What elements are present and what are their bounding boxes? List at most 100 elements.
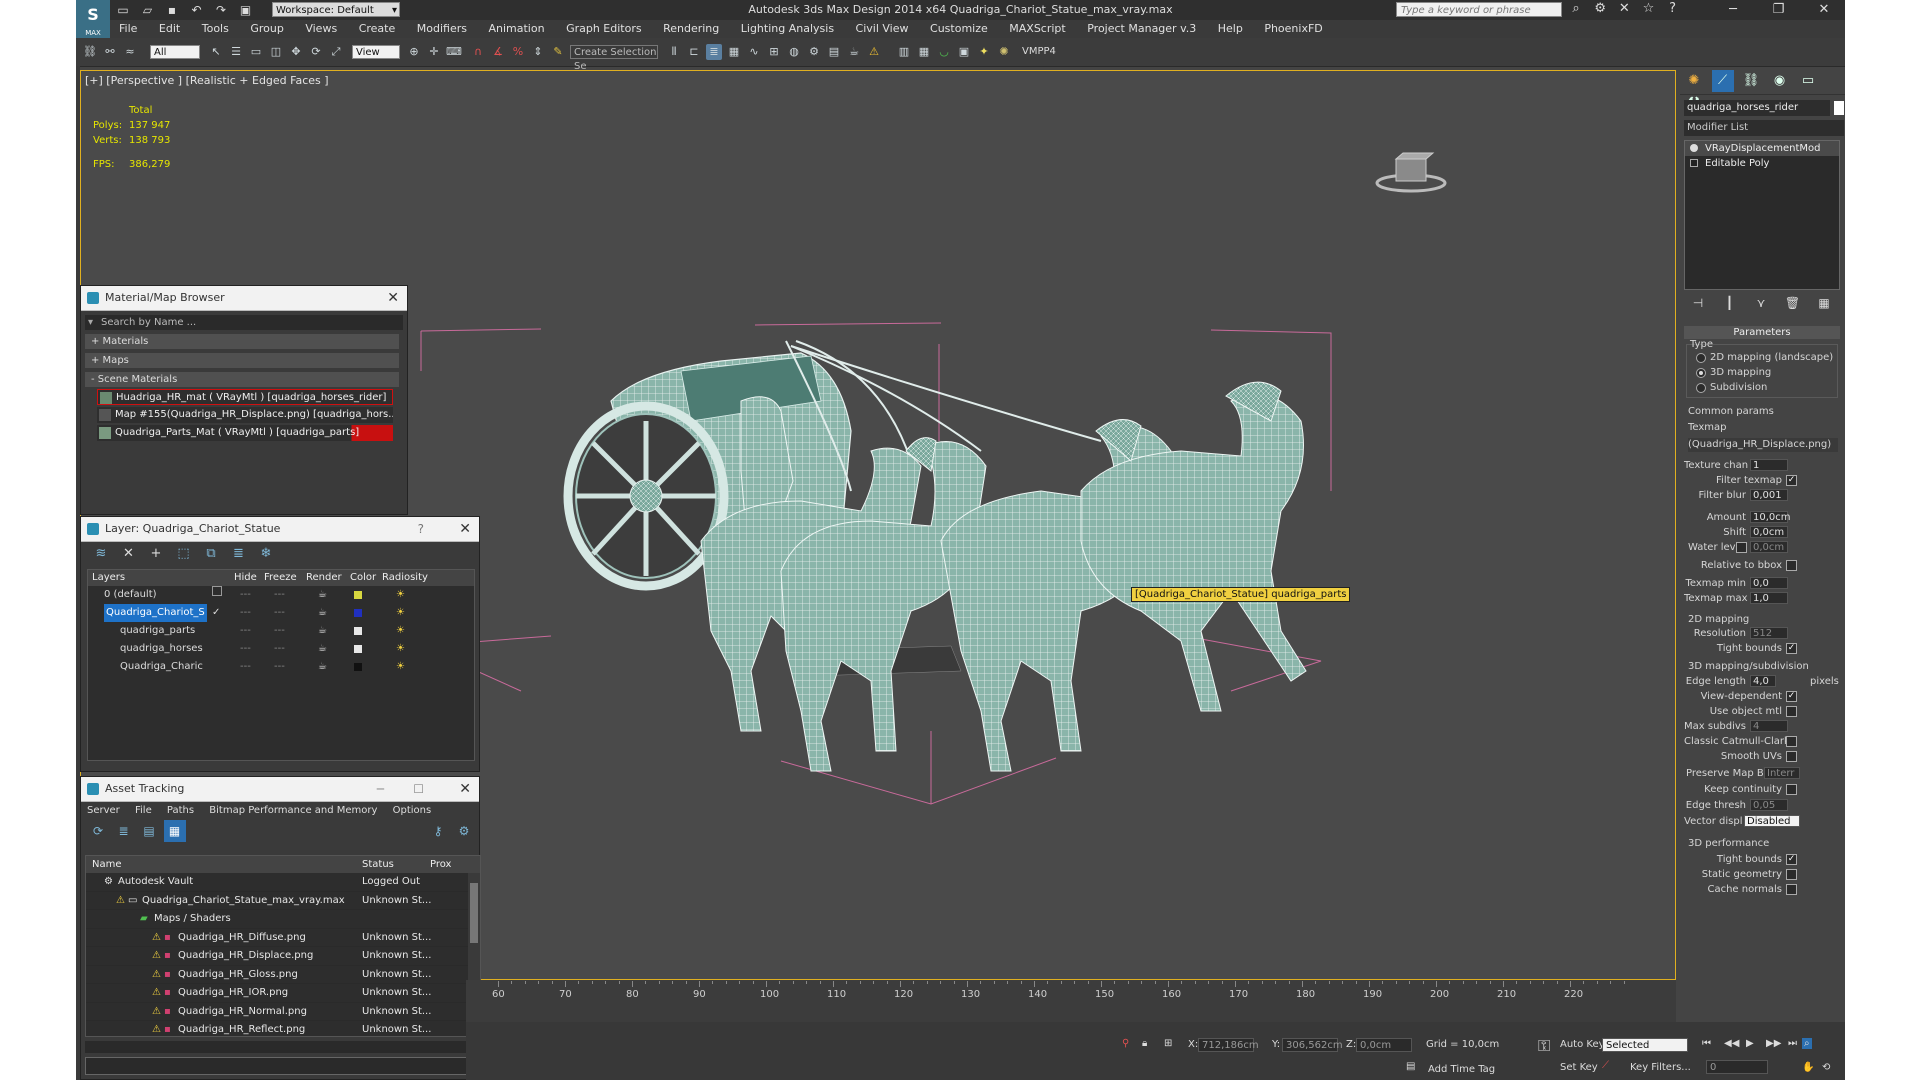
- pivot-center-icon[interactable]: ⊕: [406, 44, 422, 60]
- minimize-icon[interactable]: ─: [1712, 0, 1754, 20]
- menu-views[interactable]: Views: [296, 20, 346, 38]
- schematic-view-icon[interactable]: ⊞: [766, 44, 782, 60]
- unlink-icon[interactable]: ⚯: [102, 44, 118, 60]
- column-freeze[interactable]: Freeze: [264, 570, 297, 586]
- reference-coordinate-dropdown[interactable]: View: [352, 45, 400, 59]
- communication-icon[interactable]: ✕: [1614, 1, 1634, 16]
- close-icon[interactable]: ✕: [1803, 0, 1845, 20]
- asset-horizontal-scrollbar[interactable]: [85, 1041, 481, 1053]
- warning-icon[interactable]: ⚠: [866, 44, 882, 60]
- radio-3d-mapping[interactable]: [1696, 368, 1706, 378]
- render-teapot-icon[interactable]: ☕: [318, 658, 327, 676]
- application-menu-button[interactable]: S MAX: [76, 0, 110, 38]
- vault-settings-icon[interactable]: ⚙: [453, 820, 475, 842]
- filter-texmap-checkbox[interactable]: ✓: [1786, 475, 1797, 486]
- materials-rollout[interactable]: + Materials: [85, 334, 399, 349]
- hierarchy-tab-icon[interactable]: ⛓: [1740, 70, 1762, 92]
- list-view-icon[interactable]: ≣: [113, 820, 135, 842]
- hide-all-icon[interactable]: ≣: [227, 542, 251, 566]
- water-level-field[interactable]: 0,0cm: [1750, 541, 1788, 553]
- column-color[interactable]: Color: [350, 570, 376, 586]
- asset-menu-file[interactable]: File: [135, 805, 152, 816]
- checkmark-icon[interactable]: ✓: [212, 604, 220, 622]
- object-color-swatch[interactable]: [1834, 101, 1844, 115]
- select-objects-icon[interactable]: ⬚: [172, 542, 196, 566]
- window-crossing-icon[interactable]: ◫: [268, 44, 284, 60]
- graphite-ribbon-icon[interactable]: ▦: [726, 44, 742, 60]
- radiosity-icon[interactable]: ☀: [396, 640, 405, 658]
- modifier-list-dropdown[interactable]: Modifier List: [1684, 120, 1844, 136]
- close-icon[interactable]: ✕: [459, 777, 471, 801]
- preserve-map-bnd-dropdown[interactable]: Interr: [1764, 767, 1800, 779]
- subscription-icon[interactable]: ⚙: [1590, 1, 1610, 16]
- hide-toggle[interactable]: ---: [240, 586, 251, 604]
- tight-bounds-2d-checkbox[interactable]: ✓: [1786, 643, 1797, 654]
- thumbnail-view-icon[interactable]: ▤: [138, 820, 160, 842]
- table-view-icon[interactable]: ▦: [163, 820, 186, 842]
- configure-sets-icon[interactable]: ▦: [1810, 296, 1838, 310]
- edge-thresh-field[interactable]: 0,05: [1750, 799, 1788, 811]
- layer-color-swatch[interactable]: [354, 609, 362, 617]
- play-icon[interactable]: ▶: [1746, 1038, 1754, 1049]
- menu-maxscript[interactable]: MAXScript: [1000, 20, 1074, 38]
- asset-path-field[interactable]: [85, 1057, 479, 1075]
- menu-animation[interactable]: Animation: [479, 20, 553, 38]
- select-move-icon[interactable]: ✥: [288, 44, 304, 60]
- snaps-toggle-icon[interactable]: ∩: [470, 44, 486, 60]
- curve-editor-icon[interactable]: ∿: [746, 44, 762, 60]
- hide-toggle[interactable]: ---: [240, 658, 251, 676]
- render-teapot-icon[interactable]: ☕: [318, 604, 327, 622]
- render-production-icon[interactable]: ☕: [846, 44, 862, 60]
- texmap-max-field[interactable]: 1,0: [1750, 592, 1788, 604]
- menu-tools[interactable]: Tools: [193, 20, 238, 38]
- column-render[interactable]: Render: [306, 570, 342, 586]
- freeze-toggle[interactable]: ---: [274, 658, 285, 676]
- asset-row[interactable]: ⚠ ▪ Quadriga_HR_Diffuse.png Unknown St...: [86, 929, 480, 947]
- asset-row[interactable]: ⚠ ▪ Quadriga_HR_Reflect.png Unknown St...: [86, 1021, 480, 1036]
- layer-color-swatch[interactable]: [354, 591, 362, 599]
- select-object-icon[interactable]: ↖: [208, 44, 224, 60]
- select-region-icon[interactable]: ▭: [248, 44, 264, 60]
- angle-snap-icon[interactable]: ∡: [490, 44, 506, 60]
- mirror-icon[interactable]: ⫴: [666, 44, 682, 60]
- pan-icon[interactable]: ✋: [1802, 1062, 1814, 1073]
- water-level-checkbox[interactable]: [1736, 542, 1747, 553]
- y-coordinate-field[interactable]: 306,562cm: [1282, 1038, 1343, 1052]
- x-coordinate-field[interactable]: 712,186cm: [1198, 1038, 1259, 1052]
- asset-menu-server[interactable]: Server: [87, 805, 120, 816]
- radio-subdivision[interactable]: [1696, 383, 1706, 393]
- make-unique-icon[interactable]: ⋎: [1747, 296, 1775, 310]
- classic-catmull-clark-checkbox[interactable]: [1786, 736, 1797, 747]
- modifier-stack-item[interactable]: VRayDisplacementMod: [1685, 141, 1839, 156]
- edit-named-selection-icon[interactable]: ✎: [550, 44, 566, 60]
- edge-length-field[interactable]: 4,0: [1750, 675, 1776, 687]
- column-proxy[interactable]: Prox: [430, 856, 451, 873]
- asset-row[interactable]: ⚙ Autodesk Vault Logged Out: [86, 873, 480, 892]
- freeze-toggle[interactable]: ---: [274, 586, 285, 604]
- rendered-frame-window-icon[interactable]: ▤: [826, 44, 842, 60]
- radiosity-icon[interactable]: ☀: [396, 586, 405, 604]
- keyboard-shortcut-icon[interactable]: ⌨: [446, 44, 462, 60]
- key-filters-button[interactable]: Key Filters...: [1630, 1062, 1691, 1073]
- open-file-icon[interactable]: ▱: [139, 2, 157, 18]
- vray-light-icon[interactable]: ✦: [976, 44, 992, 60]
- freeze-toggle[interactable]: ---: [274, 604, 285, 622]
- column-radiosity[interactable]: Radiosity: [382, 570, 428, 586]
- menu-file[interactable]: File: [110, 20, 146, 38]
- create-tab-icon[interactable]: ✺: [1683, 70, 1705, 92]
- material-item[interactable]: Map #155(Quadriga_HR_Displace.png) [quad…: [97, 407, 393, 423]
- use-object-mtl-checkbox[interactable]: [1786, 706, 1797, 717]
- material-item[interactable]: Quadriga_Parts_Mat ( VRayMtl ) [quadriga…: [97, 425, 393, 441]
- filter-blur-field[interactable]: 0,001: [1750, 489, 1788, 501]
- relative-to-bbox-checkbox[interactable]: [1786, 560, 1797, 571]
- current-frame-field[interactable]: 0: [1706, 1060, 1768, 1074]
- menu-rendering[interactable]: Rendering: [654, 20, 728, 38]
- menu-civil-view[interactable]: Civil View: [847, 20, 918, 38]
- set-key-icon[interactable]: ⟋: [1602, 1060, 1609, 1071]
- freeze-all-icon[interactable]: ❄: [254, 542, 278, 566]
- current-layer-checkbox[interactable]: [212, 586, 222, 596]
- material-editor-icon[interactable]: ◍: [786, 44, 802, 60]
- show-end-result-icon[interactable]: ┃: [1716, 296, 1744, 310]
- undo-icon[interactable]: ↶: [188, 2, 206, 18]
- layer-row[interactable]: quadriga_horses --- --- ☕ ☀: [88, 640, 474, 658]
